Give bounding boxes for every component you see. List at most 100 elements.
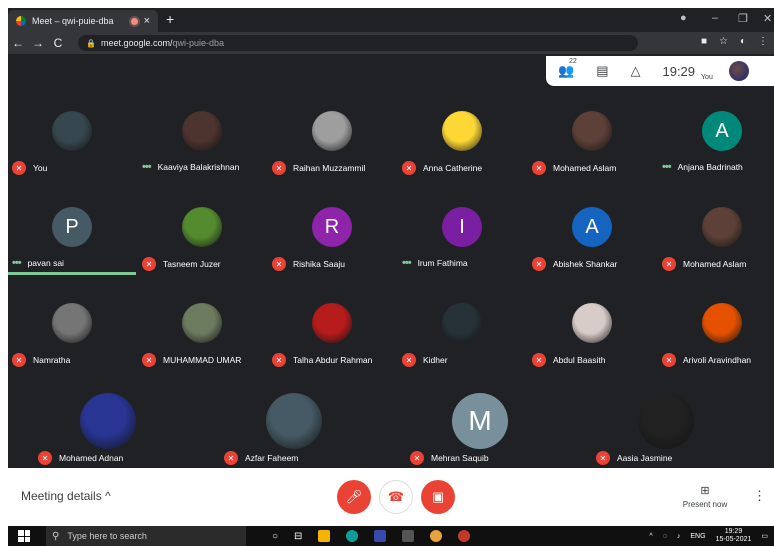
participant-name: Arivoli Aravindhan xyxy=(683,355,752,365)
participant-initial: A xyxy=(715,119,729,142)
mail-icon[interactable] xyxy=(374,530,387,542)
edge-icon[interactable] xyxy=(346,530,359,542)
participant-avatar xyxy=(182,207,222,247)
participant-name: Anna Catherine xyxy=(423,163,483,173)
participant-avatar: P xyxy=(52,207,92,247)
mic-toggle-button[interactable]: 🎤︎ xyxy=(337,480,371,514)
participant-name: Irum Fathima xyxy=(417,258,468,268)
participant-initial: P xyxy=(65,215,79,238)
participant-name: Kaaviya Balakrishnan xyxy=(157,162,240,172)
mic-off-icon: ✕ xyxy=(224,451,238,465)
participant-label: ••• pavan sai xyxy=(12,257,64,269)
camera-toggle-button[interactable]: ▣ xyxy=(421,480,455,514)
participant-label: ✕ Talha Abdur Rahman xyxy=(272,353,372,367)
new-tab-button[interactable]: + xyxy=(166,11,174,27)
restore-button[interactable]: ❐ xyxy=(738,12,748,25)
store-icon[interactable] xyxy=(402,530,415,542)
participant-avatar xyxy=(182,303,222,343)
present-now-label: Present now xyxy=(682,500,728,509)
meeting-grid-last-row: ✕ Mohamed Adnan ✕ Azfar Faheem M ✕ Mehran Saqu… xyxy=(32,375,774,468)
task-view-icon[interactable]: ⊟ xyxy=(294,531,302,542)
participant-avatar xyxy=(182,111,222,151)
participant-name: Kidher xyxy=(423,355,448,365)
audio-level-icon: ••• xyxy=(402,257,412,269)
participant-name: You xyxy=(33,163,48,173)
mic-off-icon: ✕ xyxy=(662,257,676,271)
language-indicator[interactable]: ENG xyxy=(690,533,705,540)
participant-label: ✕ Kidher xyxy=(402,353,448,367)
profile-avatar-icon[interactable]: ◐ xyxy=(740,36,746,47)
self-label: You xyxy=(701,73,713,81)
meeting-details-button[interactable]: Meeting details ^ xyxy=(21,489,111,503)
participant-name: Mohamed Aslam xyxy=(683,259,747,269)
participant-initial: M xyxy=(468,405,492,436)
participant-name: Azfar Faheem xyxy=(245,453,299,463)
mic-off-icon: ✕ xyxy=(410,451,424,465)
minimize-button[interactable]: – xyxy=(712,12,718,24)
taskbar-search[interactable]: ⚲ Type here to search xyxy=(46,526,246,546)
windows-start-icon[interactable] xyxy=(18,530,30,542)
participant-label: ••• Anjana Badrinath xyxy=(662,161,743,173)
browser-tab[interactable]: Meet – qwi-puie-dba × xyxy=(8,10,158,32)
tray-time: 19:29 xyxy=(724,528,743,535)
close-window-button[interactable]: ✕ xyxy=(763,12,772,25)
mic-off-icon: ✕ xyxy=(402,161,416,175)
toolbar-actions: ■ ☆ ◐ ⋮ xyxy=(701,36,768,47)
notifications-icon[interactable]: ▭ xyxy=(761,532,768,540)
participant-name: Aasia Jasmine xyxy=(617,453,673,463)
mic-off-icon: ✕ xyxy=(532,161,546,175)
participant-label: ✕ Rishika Saaju xyxy=(272,257,345,271)
mic-off-icon: ✕ xyxy=(142,353,156,367)
audio-level-icon: ••• xyxy=(142,161,152,173)
tray-clock[interactable]: 19:29 15-05-2021 xyxy=(716,528,752,544)
network-icon[interactable]: ◌ xyxy=(663,533,667,540)
people-icon[interactable]: 👥 22 xyxy=(558,58,577,79)
lock-icon: 🔒 xyxy=(86,38,96,48)
participant-avatar xyxy=(572,111,612,151)
participant-label: ✕ Namratha xyxy=(12,353,70,367)
camera-indicator-icon[interactable]: ■ xyxy=(701,36,707,47)
browser-toolbar: ← → C 🔒 meet.google.com/ qwi-puie-dba ■ … xyxy=(8,32,774,54)
mic-off-icon: ✕ xyxy=(272,353,286,367)
file-explorer-icon[interactable] xyxy=(318,530,331,542)
audio-level-icon: ••• xyxy=(662,161,672,173)
tab-title: Meet – qwi-puie-dba xyxy=(32,16,114,26)
tray-date: 15-05-2021 xyxy=(715,536,752,543)
menu-kebab-icon[interactable]: ⋮ xyxy=(758,36,768,47)
tab-close-icon[interactable]: × xyxy=(144,15,150,27)
address-bar[interactable]: 🔒 meet.google.com/ qwi-puie-dba xyxy=(78,35,638,51)
mic-off-icon: ✕ xyxy=(532,257,546,271)
participant-label: ✕ MUHAMMAD UMAR xyxy=(142,353,241,367)
url-host: meet.google.com/ xyxy=(100,38,173,48)
chat-icon[interactable]: ▤ xyxy=(596,63,608,79)
cortana-icon[interactable]: ○ xyxy=(272,531,278,542)
volume-icon[interactable]: ♪ xyxy=(677,533,681,540)
chrome-icon[interactable] xyxy=(430,530,443,542)
meeting-details-label: Meeting details xyxy=(21,489,102,503)
tray-chevron-icon[interactable]: ^ xyxy=(649,533,652,540)
search-icon: ⚲ xyxy=(52,530,60,542)
more-options-icon[interactable]: ⋮ xyxy=(753,488,766,504)
taskbar-search-placeholder: Type here to search xyxy=(67,531,147,541)
participant-name: Namratha xyxy=(33,355,71,365)
meeting-grid: 👥 22 ▤ △ 19:29 You ✕ Mohamed Adnan ✕ Azfar F… xyxy=(8,54,774,468)
participant-name: Mohamed Adnan xyxy=(59,453,124,463)
participant-avatar: I xyxy=(442,207,482,247)
leave-call-button[interactable]: ☎︎ xyxy=(379,480,413,514)
chrome-active-icon[interactable] xyxy=(458,530,471,542)
present-now-button[interactable]: ⊞ Present now xyxy=(680,484,730,509)
recording-indicator-icon xyxy=(130,17,138,25)
participant-label: ✕ Anna Catherine xyxy=(402,161,482,175)
forward-button[interactable]: → xyxy=(28,36,48,50)
participant-label: ✕ You xyxy=(12,161,47,175)
mic-off-icon: ✕ xyxy=(12,353,26,367)
back-button[interactable]: ← xyxy=(8,36,28,50)
participant-avatar: R xyxy=(312,207,352,247)
participant-label: ✕ Abishek Shankar xyxy=(532,257,617,271)
profile-circle-icon[interactable]: ● xyxy=(680,12,687,24)
bookmark-star-icon[interactable]: ☆ xyxy=(719,36,728,47)
reload-button[interactable]: C xyxy=(48,36,68,50)
participant-avatar xyxy=(266,393,322,449)
activities-icon[interactable]: △ xyxy=(630,63,640,79)
windows-taskbar: ⚲ Type here to search ○ ⊟ ^ ◌ ♪ ENG 19:2… xyxy=(8,526,774,546)
